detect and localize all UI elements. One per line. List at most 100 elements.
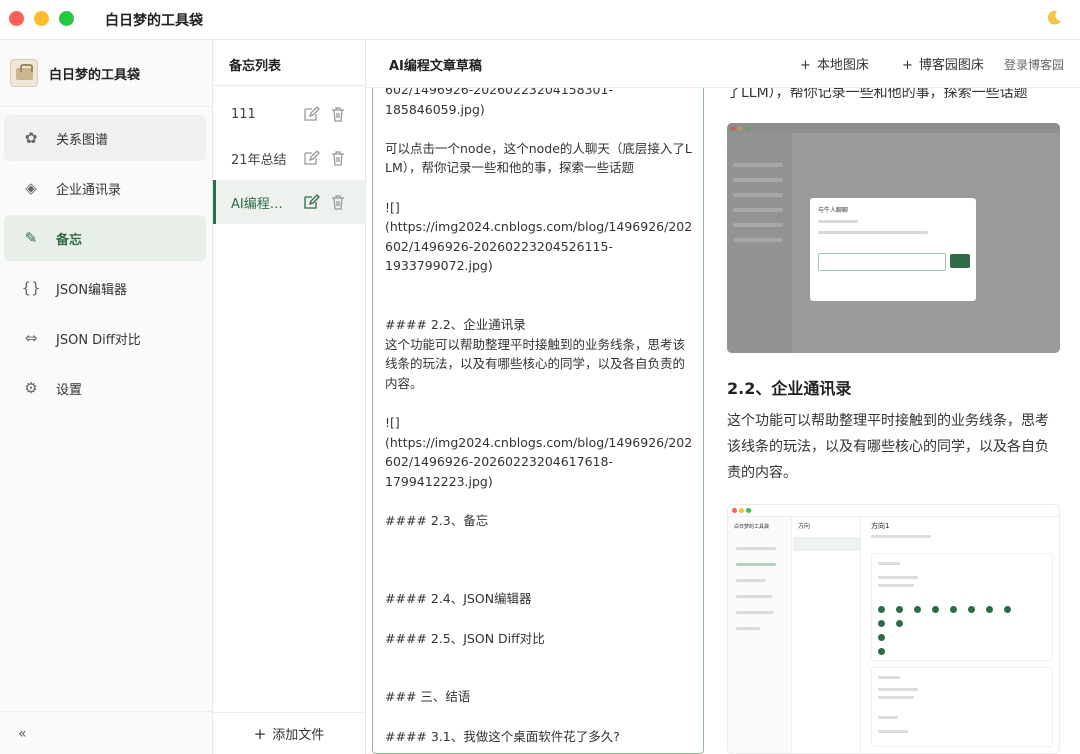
image-sidebar [727,133,792,353]
sidebar: 白日梦的工具袋 ✿ 关系图谱 ◈ 企业通讯录 ✎ 备忘 {} JSON编辑器 ⇔… [0,40,213,754]
image-bar [818,220,858,223]
add-file-button[interactable]: + 添加文件 [213,712,365,754]
sidebar-item-json-editor[interactable]: {} JSON编辑器 [4,265,206,311]
image-pill [896,620,903,627]
brand-name: 白日梦的工具袋 [49,67,141,83]
divider [0,711,212,712]
openai-knot-icon: ✿ [24,129,38,147]
sidebar-item-memo[interactable]: ✎ 备忘 [4,215,206,261]
dot [745,126,750,131]
image-pill [1004,606,1011,613]
edit-icon[interactable] [302,149,320,167]
window-zoom-button[interactable] [59,11,74,26]
image-bar [878,716,898,719]
preview-paragraph: 这个功能可以帮助整理平时接触到的业务线条，思考该线条的玩法，以及有哪些核心的同学… [727,413,1049,481]
image-pill [986,606,993,613]
memo-item-selected[interactable]: AI编程文章草稿 [213,180,365,224]
image-card [871,667,1053,747]
image-bar [733,178,783,182]
image-modal-title: 与牛人聊聊 [818,207,849,214]
trash-icon[interactable] [329,149,347,167]
image-bar [733,193,783,197]
memo-item[interactable]: 111 [213,92,365,136]
sidebar-item-label: 备忘 [56,232,83,248]
plus-icon: + [902,58,913,73]
window-close-button[interactable] [9,11,24,26]
memo-item[interactable]: 21年总结 [213,136,365,180]
dot [731,126,736,131]
trash-icon[interactable] [329,193,347,211]
image-bar [736,563,776,566]
moon-icon[interactable] [1044,8,1064,28]
image-bar [736,611,774,614]
trash-icon[interactable] [329,105,347,123]
doc-title: AI编程文章草稿 [389,59,482,74]
memo-list-title: 备忘列表 [229,59,282,74]
dot [732,508,737,513]
image-titlebar [728,505,1059,517]
image-bar [736,627,760,630]
image-bar [733,208,783,212]
image-pill [968,606,975,613]
sidebar-item-settings[interactable]: ⚙ 设置 [4,365,206,411]
sidebar-item-relationship-graph[interactable]: ✿ 关系图谱 [4,115,206,161]
image-titlebar [727,123,1060,133]
sidebar-item-label: 设置 [56,382,83,398]
sidebar-item-contacts[interactable]: ◈ 企业通讯录 [4,165,206,211]
window-titlebar: 白日梦的工具袋 [0,0,1080,40]
sidebar-item-label: 企业通讯录 [56,182,122,198]
image-bar [878,676,900,679]
divider [213,85,365,86]
image-bar [736,595,772,598]
image-bar [878,562,900,565]
collapse-sidebar-icon[interactable]: « [18,726,27,742]
window-minimize-button[interactable] [34,11,49,26]
double-arrow-icon: ⇔ [24,329,38,347]
image-input [818,253,946,271]
image-bar [736,547,776,550]
preview-image-relationship-chat: 与牛人聊聊 [727,123,1060,353]
local-image-host-button[interactable]: + 本地图床 [800,54,869,73]
image-bar [878,688,918,691]
brand: 白日梦的工具袋 [10,59,140,87]
image-bar [871,535,931,538]
preview-image-contacts: 白日梦的工具袋 方向 方向1 [727,504,1060,754]
image-pill [932,606,939,613]
editor-content[interactable]: 602/1496926-20260223204158301- 185846059… [385,88,695,746]
sidebar-item-label: JSON编辑器 [56,282,128,298]
plus-icon: + [253,724,267,743]
dot [739,508,744,513]
image-bar [733,238,783,242]
memo-list-panel: 备忘列表 111 21年总结 AI编程文章草稿 + 添加文件 [213,40,366,754]
memo-item-label: AI编程文章草稿 [231,196,293,212]
image-pill [878,648,885,655]
dot [746,508,751,513]
sidebar-item-label: JSON Diff对比 [56,332,141,348]
sidebar-item-label: 关系图谱 [56,132,109,148]
image-list-selected [793,537,861,551]
main-header: AI编程文章草稿 + 本地图床 + 博客园图床 登录博客园 [366,40,1080,88]
markdown-editor[interactable]: 602/1496926-20260223204158301- 185846059… [372,88,704,754]
diamond-icon: ◈ [25,179,37,197]
memo-item-label: 111 [231,106,256,122]
cnblogs-image-host-button[interactable]: + 博客园图床 [902,54,984,73]
image-pill [878,620,885,627]
login-cnblogs-link[interactable]: 登录博客园 [1004,56,1064,73]
image-pill [896,606,903,613]
markdown-preview: 了LLM），帮你记录一些和他的事，探索一些话题 与牛人聊聊 2.2、企业通讯录 … [727,88,1060,754]
sidebar-item-json-diff[interactable]: ⇔ JSON Diff对比 [4,315,206,361]
preview-text: 了LLM），帮你记录一些和他的事，探索一些话题 [727,88,1028,101]
image-send-button [950,254,970,268]
image-bar [733,163,783,167]
image-app-name: 白日梦的工具袋 [734,524,770,530]
image-pill [878,634,885,641]
add-file-label: 添加文件 [272,728,325,743]
cnblogs-image-host-label: 博客园图床 [918,58,984,73]
local-image-host-label: 本地图床 [816,58,869,73]
main-content: AI编程文章草稿 + 本地图床 + 博客园图床 登录博客园 602/1496926-… [366,40,1080,754]
pencil-icon: ✎ [24,229,38,247]
edit-icon[interactable] [302,193,320,211]
image-chat-modal: 与牛人聊聊 [810,198,976,301]
image-bar [818,231,928,234]
edit-icon[interactable] [302,105,320,123]
